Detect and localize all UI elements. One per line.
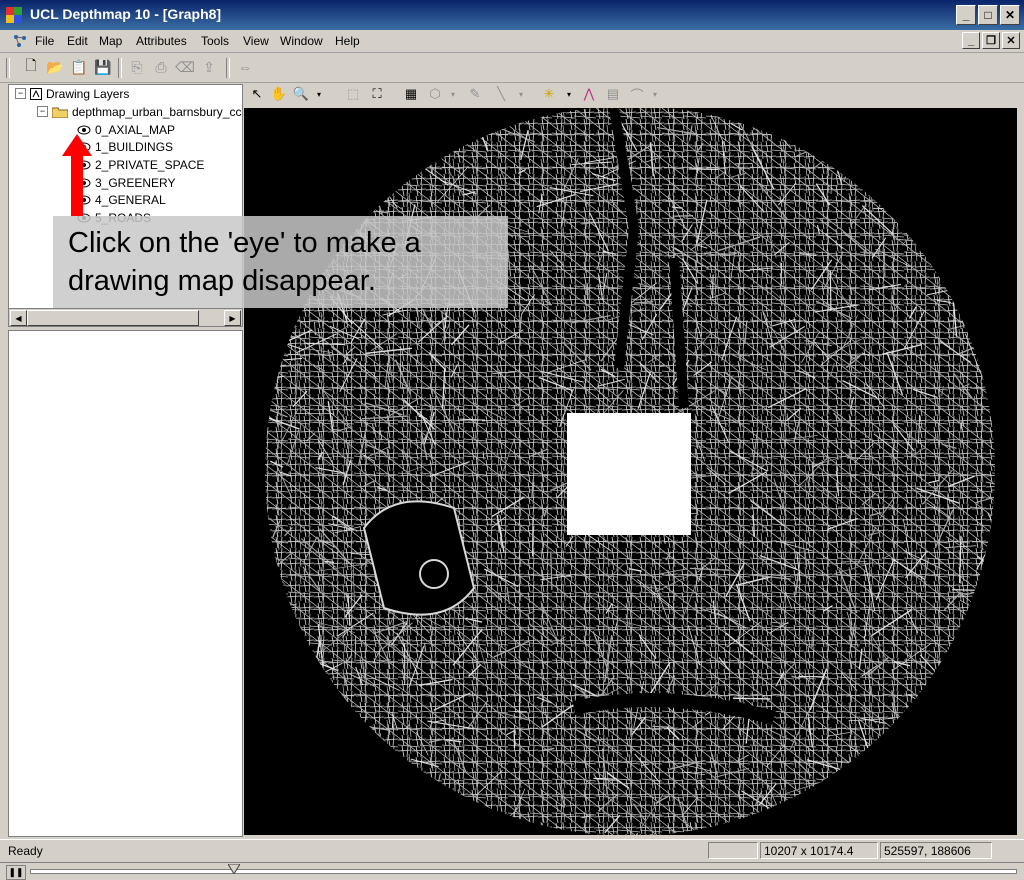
layer-label: 2_PRIVATE_SPACE [95,158,204,172]
menu-tools[interactable]: Tools [201,34,229,48]
title-bar: UCL Depthmap 10 - [Graph8] _ □ ✕ [0,0,1024,30]
isovist-dropdown-icon[interactable]: ▾ [560,85,578,103]
menu-help[interactable]: Help [335,34,360,48]
window-title: UCL Depthmap 10 - [Graph8] [30,6,221,22]
join-dropdown-icon[interactable]: ▾ [646,85,664,103]
tree-root-label: Drawing Layers [46,87,129,101]
line-icon[interactable]: ╲ [492,85,510,103]
line-dropdown-icon[interactable]: ▾ [512,85,530,103]
open-folder-icon[interactable]: 📂 [46,58,64,76]
new-file-icon[interactable]: 🗋 [22,58,40,76]
zoom-icon[interactable]: 🔍 [292,85,310,103]
minimize-button[interactable]: _ [956,5,976,25]
scroll-right-icon[interactable]: ▶ [224,310,241,326]
fit-map-icon[interactable]: ⛶ [368,85,386,103]
select-arrow-icon[interactable]: ↖ [248,85,266,103]
status-coords: 525597, 188606 [880,842,992,859]
layer-label: 3_GREENERY [95,176,175,190]
scroll-thumb[interactable] [27,310,199,326]
main-toolbar: 🗋 📂 📋 💾 ⎘ ⎙ ⌫ ⇪ ⇔ [0,54,1024,83]
attributes-panel [8,330,243,837]
status-dimensions: 10207 x 10174.4 [760,842,878,859]
mdi-close-button[interactable]: ✕ [1002,32,1020,49]
folder-icon [52,106,68,118]
axial-lines-icon[interactable]: ⋀ [580,85,598,103]
delete-layer-icon[interactable]: ⌫ [176,58,194,76]
menu-file[interactable]: File [35,34,54,48]
join-icon[interactable]: ⌒ [628,85,646,103]
fill-icon[interactable]: ⬡ [426,85,444,103]
selected-area [567,413,691,535]
status-bar: Ready 10207 x 10174.4 525597, 188606 [0,839,1024,862]
import-icon[interactable]: 📋 [70,58,88,76]
pan-hand-icon[interactable]: ✋ [270,85,288,103]
collapse-toggle[interactable]: − [15,88,26,99]
menu-view[interactable]: View [243,34,269,48]
timeline-slider[interactable] [30,869,1017,874]
instruction-callout: Click on the 'eye' to make a drawing map… [53,216,508,308]
app-icon [6,7,22,23]
fill-dropdown-icon[interactable]: ▾ [444,85,462,103]
callout-line-2: drawing map disappear. [68,262,508,300]
layer-label: 4_GENERAL [95,193,166,207]
slider-thumb[interactable] [228,864,240,874]
zoom-extent-icon[interactable]: ⬚ [344,85,362,103]
status-pane-empty [708,842,758,859]
menu-edit[interactable]: Edit [67,34,88,48]
status-text: Ready [8,844,43,858]
edit-layer-icon[interactable]: ⎙ [152,58,170,76]
menu-attributes[interactable]: Attributes [136,34,187,48]
zoom-dropdown-icon[interactable]: ▾ [310,85,328,103]
grid-icon[interactable]: ▦ [402,85,420,103]
pause-icon[interactable]: ❚❚ [6,865,26,880]
red-arrow-annotation [62,134,92,216]
export-layer-icon[interactable]: ⇪ [200,58,218,76]
folder-collapse-toggle[interactable]: − [37,106,48,117]
tree-horizontal-scrollbar[interactable]: ◀ ▶ [9,308,242,326]
save-icon[interactable]: 💾 [94,58,112,76]
segment-grid-icon[interactable]: ▤ [604,85,622,103]
layer-label: 0_AXIAL_MAP [95,123,175,137]
fit-view-icon[interactable]: ⇔ [236,58,254,76]
menu-map[interactable]: Map [99,34,122,48]
new-layer-icon[interactable]: ⎘ [128,58,146,76]
menu-window[interactable]: Window [280,34,323,48]
maximize-button[interactable]: □ [978,5,998,25]
layer-item-2[interactable]: 2_PRIVATE_SPACE [77,156,204,173]
graph-icon[interactable] [12,33,28,49]
close-button[interactable]: ✕ [1000,5,1020,25]
drawing-layers-icon [30,88,42,100]
mdi-minimize-button[interactable]: _ [962,32,980,49]
tree-root[interactable]: − Drawing Layers [15,85,129,102]
mdi-restore-button[interactable]: ❐ [982,32,1000,49]
menu-bar: File Edit Map Attributes Tools View Wind… [0,30,1024,53]
tree-folder[interactable]: − depthmap_urban_barnsbury_cc [37,103,241,120]
pencil-icon[interactable]: ✎ [466,85,484,103]
scroll-left-icon[interactable]: ◀ [10,310,27,326]
tree-folder-label: depthmap_urban_barnsbury_cc [72,105,241,119]
map-toolbar: ↖ ✋ 🔍 ▾ ⬚ ⛶ ▦ ⬡ ▾ ✎ ╲ ▾ ✳ ▾ ⋀ ▤ ⌒ ▾ [244,82,1017,108]
isovist-icon[interactable]: ✳ [540,85,558,103]
layer-label: 1_BUILDINGS [95,140,173,154]
bottom-bar: ❚❚ [0,862,1024,880]
callout-line-1: Click on the 'eye' to make a [68,224,508,262]
